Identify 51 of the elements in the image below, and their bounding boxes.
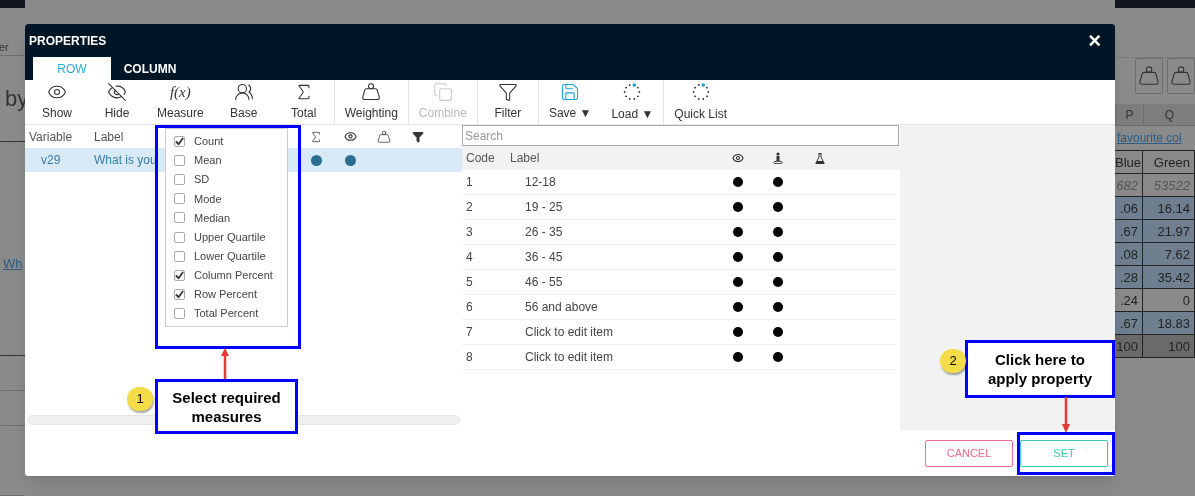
function-icon: f(x) <box>169 82 191 102</box>
checkbox-label: Mean <box>194 153 222 169</box>
table-cell-text: Click to edit item <box>525 349 614 366</box>
table-cell: 16.14 <box>1143 197 1195 220</box>
table-cell: .24 <box>1115 289 1143 312</box>
table-cell-text: 7 <box>466 324 473 341</box>
table-cell-text: v29 <box>41 152 61 169</box>
column-header: Variable <box>29 128 73 146</box>
column-header: Label <box>510 150 541 167</box>
table-cell: .06 <box>1115 197 1143 220</box>
table-cell: .67 <box>1115 220 1143 243</box>
table-cell: 35.42 <box>1143 266 1195 289</box>
table-cell-text: 2 <box>466 199 473 216</box>
callout-text: Click here to apply property <box>986 350 1094 388</box>
table-cell: 0 <box>1143 289 1195 312</box>
checkbox-label: Column Percent <box>194 267 273 283</box>
table-cell: 7.62 <box>1143 243 1195 266</box>
checkbox-label: Row Percent <box>194 287 257 303</box>
checkbox-label: Mode <box>194 191 222 207</box>
checkbox-label: Upper Quartile <box>194 229 266 245</box>
toolbar-text: er <box>0 39 9 55</box>
checkbox-label: Count <box>194 134 224 150</box>
table-cell-text: 5 <box>466 274 473 291</box>
callout-text: Select required measures <box>171 387 282 426</box>
table-cell: 21.97 <box>1143 220 1195 243</box>
table-cell-text: 8 <box>466 349 473 366</box>
table-cell: 18.83 <box>1143 312 1195 335</box>
table-cell: .28 <box>1115 266 1143 289</box>
dialog-title: PROPERTIES <box>29 32 107 50</box>
checkbox-label: SD <box>194 172 210 188</box>
table-cell-text: 26 - 35 <box>525 224 563 241</box>
checkbox-label: Lower Quartile <box>194 248 266 264</box>
table-cell-text: 12-18 <box>525 174 556 191</box>
column-header: Label <box>94 128 124 146</box>
table-cell: 100 <box>1143 335 1195 358</box>
table-cell-text: 3 <box>466 224 473 241</box>
table-cell: .08 <box>1115 243 1143 266</box>
column-header: Q <box>1143 104 1195 126</box>
table-cell-text: 56 and above <box>525 299 598 316</box>
table-cell-text: Click to edit item <box>525 324 614 341</box>
checkbox-label: Median <box>194 210 231 226</box>
checkbox-label: Total Percent <box>194 306 259 322</box>
table-cell-text: 19 - 25 <box>525 199 563 216</box>
table-cell-text: 46 - 55 <box>525 274 563 291</box>
column-header: Code <box>466 150 496 167</box>
table-cell: 100 <box>1115 335 1143 358</box>
table-cell-text: 6 <box>466 299 473 316</box>
table-cell: .67 <box>1115 312 1143 335</box>
table-cell-text: 1 <box>466 174 473 191</box>
table-cell-text: 36 - 45 <box>525 249 563 266</box>
table-cell-text: 4 <box>466 249 473 266</box>
